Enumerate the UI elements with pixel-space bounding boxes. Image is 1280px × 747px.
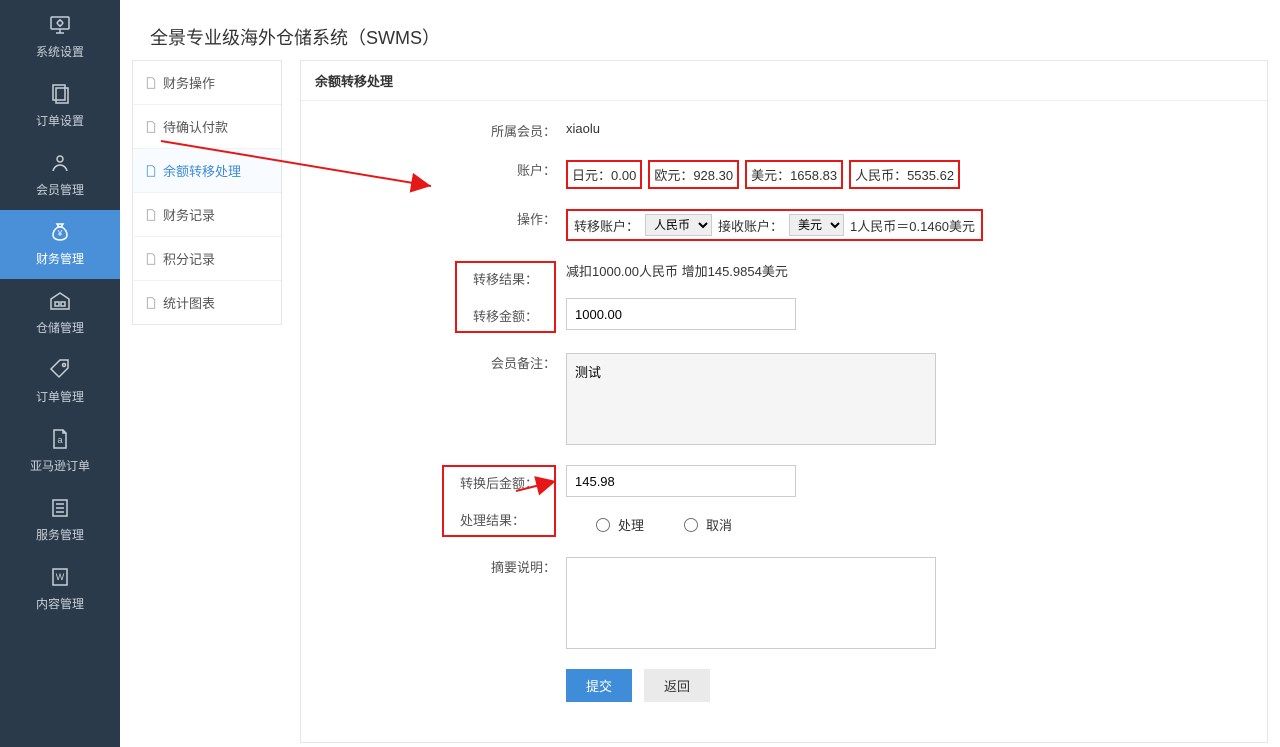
subnav-label: 统计图表: [163, 293, 215, 312]
subnav-item-points-records[interactable]: 积分记录: [133, 237, 281, 281]
sidebar-label: 内容管理: [36, 597, 84, 611]
radio-cancel-input[interactable]: [684, 518, 698, 532]
summary-textarea[interactable]: [566, 557, 936, 649]
finance-subnav: 财务操作 待确认付款 余额转移处理 财务记录 积分记录 统计图表: [132, 60, 282, 325]
transfer-amount-label: 转移金额：: [463, 302, 548, 329]
result-amount-label-box: 转移结果： 转移金额：: [455, 261, 556, 333]
transfer-from-select[interactable]: 人民币: [645, 214, 712, 236]
moneybag-icon: ¥: [48, 220, 72, 244]
transfer-amount-input[interactable]: [566, 298, 796, 330]
operation-block: 转移账户： 人民币 接收账户： 美元 1人民币＝0.1460美元: [566, 209, 983, 241]
svg-text:¥: ¥: [57, 229, 63, 238]
subnav-label: 积分记录: [163, 249, 215, 268]
sidebar-item-amazon-orders[interactable]: a 亚马逊订单: [0, 417, 120, 486]
svg-text:W: W: [56, 572, 65, 582]
main-panel: 余额转移处理 所属会员： xiaolu 账户： 日元：0.00 欧元：928.3…: [300, 60, 1268, 743]
transfer-to-label: 接收账户：: [718, 216, 783, 235]
transfer-to-select[interactable]: 美元: [789, 214, 844, 236]
sidebar-item-service-management[interactable]: 服务管理: [0, 486, 120, 555]
tag-icon: [48, 358, 72, 382]
main-area: 全景专业级海外仓储系统（SWMS） 财务操作 待确认付款 余额转移处理 财务记录: [120, 0, 1280, 743]
operation-label: 操作：: [517, 209, 556, 228]
subnav-label: 财务记录: [163, 205, 215, 224]
subnav-item-stat-charts[interactable]: 统计图表: [133, 281, 281, 324]
word-doc-icon: W: [48, 565, 72, 589]
member-icon: [48, 151, 72, 175]
docs-icon: [48, 82, 72, 106]
svg-text:a: a: [57, 435, 62, 445]
submit-button[interactable]: 提交: [566, 669, 632, 702]
app-title: 全景专业级海外仓储系统（SWMS）: [120, 0, 1280, 60]
doc-a-icon: a: [48, 427, 72, 451]
transfer-form: 所属会员： xiaolu 账户： 日元：0.00 欧元：928.30 美元：16…: [301, 101, 1267, 742]
subnav-label: 待确认付款: [163, 117, 228, 136]
remark-textarea[interactable]: 测试: [566, 353, 936, 445]
sidebar-item-order-settings[interactable]: 订单设置: [0, 72, 120, 141]
exchange-rate-text: 1人民币＝0.1460美元: [850, 216, 975, 235]
subnav-item-finance-ops[interactable]: 财务操作: [133, 61, 281, 105]
account-label: 账户：: [517, 160, 556, 179]
transfer-from-label: 转移账户：: [574, 216, 639, 235]
file-icon: [145, 76, 157, 90]
sidebar-item-member-management[interactable]: 会员管理: [0, 141, 120, 210]
account-jpy: 日元：0.00: [566, 160, 642, 189]
account-cny: 人民币：5535.62: [849, 160, 960, 189]
radio-cancel[interactable]: 取消: [684, 515, 732, 534]
account-usd: 美元：1658.83: [745, 160, 843, 189]
file-icon: [145, 252, 157, 266]
radio-process[interactable]: 处理: [596, 515, 644, 534]
file-icon: [145, 164, 157, 178]
subnav-item-finance-records[interactable]: 财务记录: [133, 193, 281, 237]
panel-title: 余额转移处理: [301, 61, 1267, 101]
file-icon: [145, 120, 157, 134]
file-icon: [145, 296, 157, 310]
subnav-item-pending-payment[interactable]: 待确认付款: [133, 105, 281, 149]
member-label: 所属会员：: [491, 121, 556, 140]
subnav-label: 财务操作: [163, 73, 215, 92]
sidebar-label: 系统设置: [36, 45, 84, 59]
converted-process-label-box: 转换后金额： 处理结果：: [442, 465, 556, 537]
sidebar-item-warehouse-management[interactable]: 仓储管理: [0, 279, 120, 348]
account-eur: 欧元：928.30: [648, 160, 739, 189]
remark-label: 会员备注：: [491, 353, 556, 372]
sidebar-item-order-management[interactable]: 订单管理: [0, 348, 120, 417]
radio-process-input[interactable]: [596, 518, 610, 532]
sidebar-label: 会员管理: [36, 183, 84, 197]
transfer-result-label: 转移结果：: [463, 265, 548, 292]
subnav-item-balance-transfer[interactable]: 余额转移处理: [133, 149, 281, 193]
sidebar-label: 仓储管理: [36, 321, 84, 335]
sidebar-label: 服务管理: [36, 528, 84, 542]
converted-amount-input[interactable]: [566, 465, 796, 497]
converted-amount-label: 转换后金额：: [450, 469, 548, 496]
transfer-result-text: 减扣1000.00人民币 增加145.9854美元: [566, 261, 788, 280]
sidebar-item-finance-management[interactable]: ¥ 财务管理: [0, 210, 120, 279]
back-button[interactable]: 返回: [644, 669, 710, 702]
sidebar-label: 亚马逊订单: [30, 459, 90, 473]
summary-label: 摘要说明：: [491, 557, 556, 576]
member-value: xiaolu: [566, 121, 600, 136]
sidebar-label: 财务管理: [36, 252, 84, 266]
file-icon: [145, 208, 157, 222]
sidebar-label: 订单设置: [36, 114, 84, 128]
sidebar-label: 订单管理: [36, 390, 84, 404]
main-sidebar: 系统设置 订单设置 会员管理 ¥ 财务管理 仓储管理 订单管理 a 亚马逊订单 …: [0, 0, 120, 747]
gear-screen-icon: [48, 13, 72, 37]
subnav-label: 余额转移处理: [163, 161, 241, 180]
list-icon: [48, 496, 72, 520]
warehouse-icon: [48, 289, 72, 313]
sidebar-item-content-management[interactable]: W 内容管理: [0, 555, 120, 624]
sidebar-item-system-settings[interactable]: 系统设置: [0, 3, 120, 72]
process-result-label: 处理结果：: [450, 506, 548, 533]
